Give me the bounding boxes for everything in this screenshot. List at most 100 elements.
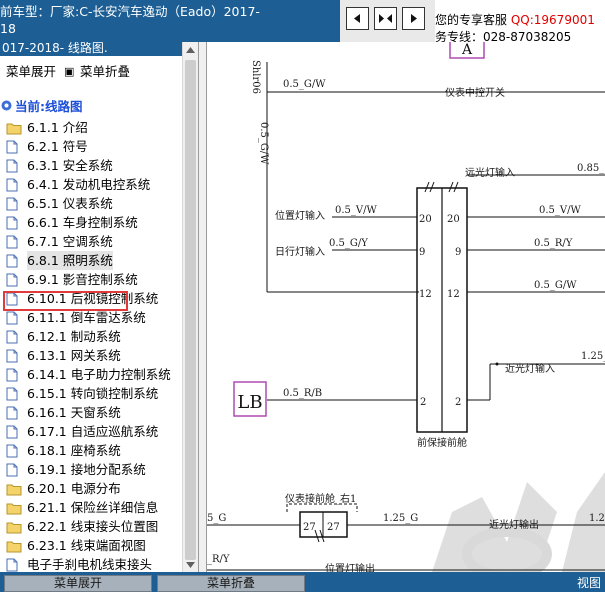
- collapse-menu-button[interactable]: 菜单折叠: [80, 60, 130, 84]
- pin-20-right: 20: [447, 214, 460, 225]
- fit-view-button[interactable]: [374, 7, 397, 30]
- tree-root-label: 当前:线路图: [15, 99, 83, 114]
- wire-27-right-label: 1.25_G: [383, 513, 418, 524]
- top-box-label: A: [461, 42, 473, 58]
- wire-drl-right-label: 0.5_R/Y: [534, 238, 573, 249]
- tree-item[interactable]: 6.2.1 符号: [0, 137, 182, 156]
- wire-12-right-label: 0.5_G/W: [534, 280, 577, 291]
- prev-page-button[interactable]: [346, 7, 369, 30]
- tree-item-label: 6.14.1 电子助力控制系统: [27, 367, 171, 382]
- tree-item-label: 6.20.1 电源分布: [27, 481, 121, 496]
- expand-menu-button[interactable]: 菜单展开: [6, 60, 56, 84]
- tree-item[interactable]: 电子手刹电机线束接头: [0, 555, 182, 572]
- wiring-diagram-canvas: LB A Shlr06 0.5_G/W 0.5_G/W 仪表中控开关 远光灯输入…: [207, 42, 605, 572]
- tree-item-label: 6.16.1 天窗系统: [27, 405, 121, 420]
- tree-root[interactable]: 当前:线路图: [0, 98, 83, 116]
- wire-vertical-label: 0.5_G/W: [258, 122, 269, 165]
- wire-low-out-right-label: 1.2: [589, 513, 605, 524]
- tree-item-label: 6.8.1 照明系统: [27, 251, 113, 270]
- lb-label: LB: [237, 392, 262, 413]
- next-page-button[interactable]: [402, 7, 425, 30]
- tree-item-label: 电子手刹电机线束接头: [27, 557, 153, 572]
- instrument-switch-label: 仪表中控开关: [445, 86, 505, 99]
- tree-item[interactable]: 6.7.1 空调系统: [0, 232, 182, 251]
- view-menu[interactable]: 视图: [577, 575, 601, 592]
- tree-item[interactable]: 6.18.1 座椅系统: [0, 441, 182, 460]
- position-light-output-label: 位置灯输出: [325, 562, 375, 572]
- wire-top-label: 0.5_G/W: [283, 79, 326, 90]
- tree-item-label: 6.22.1 线束接头位置图: [27, 519, 159, 534]
- wire-bottom-left-label: _R/Y: [207, 554, 230, 565]
- tree-item[interactable]: 6.22.1 线束接头位置图: [0, 517, 182, 536]
- scroll-up-icon[interactable]: [183, 42, 198, 57]
- arrow-right-box-icon: [411, 14, 417, 23]
- pin-2-right: 2: [455, 397, 461, 408]
- pin-20-left: 20: [419, 214, 432, 225]
- qq-number[interactable]: QQ:19679001: [511, 13, 595, 27]
- vehicle-title-line2: 18: [0, 21, 16, 36]
- pin-12-left: 12: [419, 289, 432, 300]
- tree-item-label: 6.19.1 接地分配系统: [27, 462, 146, 477]
- tree-item[interactable]: 6.8.1 照明系统: [0, 251, 182, 270]
- high-beam-input-label: 远光灯输入: [465, 166, 515, 179]
- wire-pos-right-label: 0.5_V/W: [539, 205, 581, 216]
- tree-item-label: 6.12.1 制动系统: [27, 329, 121, 344]
- tree-item[interactable]: 6.3.1 安全系统: [0, 156, 182, 175]
- vehicle-title-line1: 前车型：厂家:C-长安汽车逸动（Eado）2017-: [0, 4, 260, 19]
- nav-button-group: [340, 0, 435, 42]
- scroll-down-icon[interactable]: [183, 557, 198, 572]
- tree-item-label: 6.9.1 影音控制系统: [27, 272, 138, 287]
- tree-scrollbar[interactable]: [182, 42, 198, 572]
- tree-item[interactable]: 6.4.1 发动机电控系统: [0, 175, 182, 194]
- tree-item-label: 6.2.1 符号: [27, 139, 88, 154]
- tree-list: 6.1.1 介绍 6.2.1 符号 6.3.1 安全系统 6.4.1 发动机电控系统 6…: [0, 118, 182, 572]
- tree-item[interactable]: 6.19.1 接地分配系统: [0, 460, 182, 479]
- panel-splitter[interactable]: [199, 42, 207, 572]
- customer-service-info: 您的专享客服 QQ:19679001 务专线：028-87038205: [435, 0, 605, 42]
- tree-item[interactable]: 6.5.1 仪表系统: [0, 194, 182, 213]
- tree-item[interactable]: 6.1.1 介绍: [0, 118, 182, 137]
- position-light-input-label: 位置灯输入: [275, 209, 325, 222]
- tree-item[interactable]: 6.6.1 车身控制系统: [0, 213, 182, 232]
- wiring-diagram[interactable]: LB A Shlr06 0.5_G/W 0.5_G/W 仪表中控开关 远光灯输入…: [207, 42, 605, 572]
- root-node-icon: [0, 99, 13, 117]
- wire-drl-left-label: 0.5_G/Y: [329, 238, 368, 249]
- tree-item[interactable]: 6.15.1 转向锁控制系统: [0, 384, 182, 403]
- service-label: 您的专享客服: [435, 13, 508, 27]
- connector-name-label: 前保接前舱: [417, 436, 467, 449]
- connector2-name-label: 仪表接前舱_右1: [285, 492, 356, 505]
- tree-item[interactable]: 6.13.1 网关系统: [0, 346, 182, 365]
- wire-pos-left-label: 0.5_V/W: [335, 205, 377, 216]
- pin-9-left: 9: [419, 247, 425, 258]
- tree-item-label: 6.15.1 转向锁控制系统: [27, 386, 159, 401]
- bottom-expand-button[interactable]: 菜单展开: [4, 575, 152, 592]
- tree-item-label: 6.13.1 网关系统: [27, 348, 121, 363]
- document-icon: [6, 558, 18, 572]
- tree-item-label: 6.5.1 仪表系统: [27, 196, 113, 211]
- tree-item[interactable]: 6.17.1 自适应巡航系统: [0, 422, 182, 441]
- arrow-left-box-icon: [354, 14, 360, 23]
- pin-27-right: 27: [327, 522, 340, 533]
- tree-item[interactable]: 6.20.1 电源分布: [0, 479, 182, 498]
- tree-item-label: 6.6.1 车身控制系统: [27, 215, 138, 230]
- tree-item[interactable]: 6.12.1 制动系统: [0, 327, 182, 346]
- bottom-collapse-button[interactable]: 菜单折叠: [157, 575, 305, 592]
- tree-toolbar: 菜单展开 ▣ 菜单折叠: [0, 60, 198, 84]
- tree-item-label: 6.21.1 保险丝详细信息: [27, 500, 159, 515]
- tree-item[interactable]: 6.16.1 天窗系统: [0, 403, 182, 422]
- drl-input-label: 日行灯输入: [275, 245, 325, 258]
- pin-2-left: 2: [420, 397, 426, 408]
- connector-code-label: Shlr06: [250, 60, 261, 94]
- tree-item-label: 6.1.1 介绍: [27, 120, 88, 135]
- pin-27-left: 27: [303, 522, 316, 533]
- tree-item[interactable]: 6.23.1 线束端面视图: [0, 536, 182, 555]
- tree-panel-header: 017-2018- 线路图.: [0, 42, 198, 56]
- tree-item-label: 6.3.1 安全系统: [27, 158, 113, 173]
- tree-item[interactable]: 6.21.1 保险丝详细信息: [0, 498, 182, 517]
- tree-item[interactable]: 6.14.1 电子助力控制系统: [0, 365, 182, 384]
- low-beam-output-label: 近光灯输出: [489, 518, 539, 531]
- selected-item-highlight: [3, 291, 128, 311]
- arrows-inward-icon: [379, 14, 392, 23]
- tree-item[interactable]: 6.9.1 影音控制系统: [0, 270, 182, 289]
- scroll-thumb[interactable]: [185, 60, 196, 560]
